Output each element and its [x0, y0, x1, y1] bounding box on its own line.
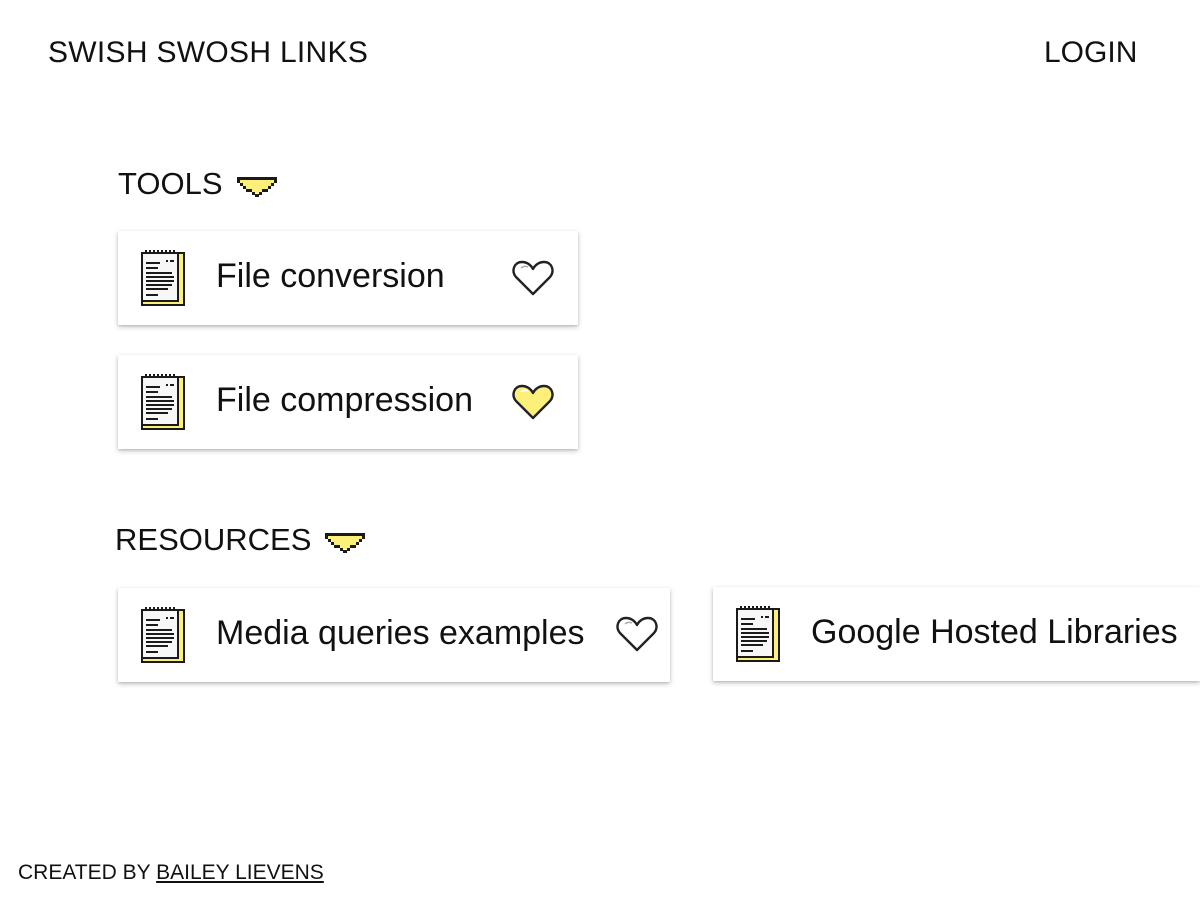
document-icon — [139, 249, 187, 307]
link-card-google-hosted-libraries[interactable]: Google Hosted Libraries — [713, 587, 1200, 681]
link-card-media-queries-examples[interactable]: Media queries examples — [118, 588, 670, 682]
document-icon — [139, 606, 187, 664]
section-title-tools: TOOLS — [118, 166, 223, 201]
link-card-file-conversion[interactable]: File conversion — [118, 231, 578, 325]
link-label: Media queries examples — [216, 614, 585, 652]
link-label: File compression — [216, 381, 473, 419]
chevron-down-icon[interactable] — [325, 531, 365, 555]
site-title: SWISH SWOSH LINKS — [48, 36, 369, 69]
footer-prefix: CREATED BY — [18, 861, 151, 884]
favorite-heart-filled-icon[interactable] — [512, 383, 554, 421]
login-link[interactable]: LOGIN — [1044, 36, 1137, 70]
author-link[interactable]: BAILEY LIEVENS — [156, 861, 324, 884]
link-label: Google Hosted Libraries — [811, 613, 1178, 651]
document-icon — [734, 605, 782, 663]
link-label: File conversion — [216, 257, 445, 295]
document-icon — [139, 373, 187, 431]
section-header-resources[interactable]: RESOURCES — [115, 522, 365, 558]
section-title-resources: RESOURCES — [115, 522, 312, 557]
favorite-heart-empty-icon[interactable] — [512, 259, 554, 297]
footer-credit: CREATED BY BAILEY LIEVENS — [18, 861, 324, 885]
chevron-down-icon[interactable] — [237, 175, 277, 199]
link-card-file-compression[interactable]: File compression — [118, 355, 578, 449]
favorite-heart-empty-icon[interactable] — [616, 615, 658, 653]
section-header-tools[interactable]: TOOLS — [118, 166, 277, 202]
